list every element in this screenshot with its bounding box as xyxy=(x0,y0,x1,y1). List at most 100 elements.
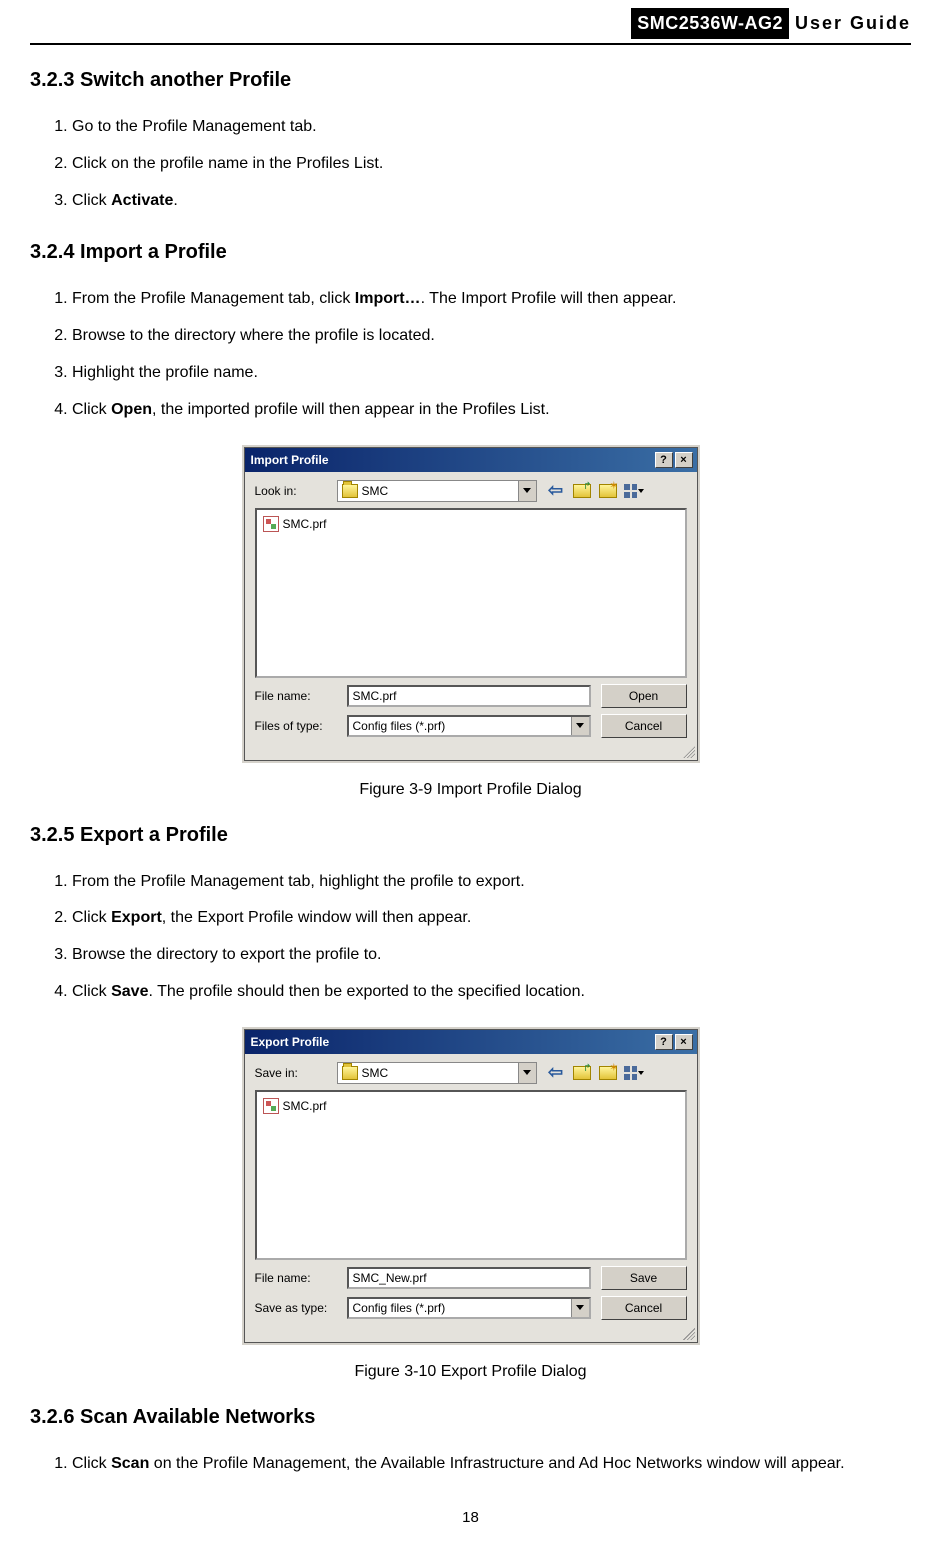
open-button[interactable]: Open xyxy=(601,684,687,708)
files-of-type-value: Config files (*.prf) xyxy=(353,717,446,735)
step-item: Go to the Profile Management tab. xyxy=(72,109,911,146)
help-button[interactable]: ? xyxy=(655,1034,673,1050)
dialog-title-text: Export Profile xyxy=(251,1033,330,1051)
step-bold: Save xyxy=(111,983,148,1000)
file-item[interactable]: SMC.prf xyxy=(261,1096,681,1116)
step-bold: Activate xyxy=(111,192,173,209)
up-one-level-button[interactable] xyxy=(571,1062,593,1084)
heading-3-2-6: 3.2.6 Scan Available Networks xyxy=(30,1402,911,1432)
view-menu-button[interactable] xyxy=(623,480,645,502)
file-name-input[interactable]: SMC_New.prf xyxy=(347,1267,591,1289)
step-bold: Import… xyxy=(355,290,421,307)
back-button[interactable]: ⇦ xyxy=(545,480,567,502)
step-item: Click Save. The profile should then be e… xyxy=(72,974,911,1011)
folder-up-icon xyxy=(573,484,591,498)
step-bold: Open xyxy=(111,401,152,418)
look-in-select[interactable]: SMC xyxy=(337,480,537,502)
save-as-type-select[interactable]: Config files (*.prf) xyxy=(347,1297,591,1319)
step-text: Click xyxy=(72,1455,111,1472)
steps-3-2-6: Click Scan on the Profile Management, th… xyxy=(72,1446,911,1483)
look-in-value: SMC xyxy=(362,482,389,500)
page-number: 18 xyxy=(30,1507,911,1530)
save-as-type-label: Save as type: xyxy=(255,1299,337,1317)
step-item: From the Profile Management tab, highlig… xyxy=(72,864,911,901)
back-button[interactable]: ⇦ xyxy=(545,1062,567,1084)
close-button[interactable]: × xyxy=(675,452,693,468)
doc-title: User Guide xyxy=(795,10,911,37)
steps-3-2-5: From the Profile Management tab, highlig… xyxy=(72,864,911,1011)
product-model: SMC2536W-AG2 xyxy=(631,8,789,39)
resize-grip[interactable] xyxy=(245,1328,697,1342)
file-list[interactable]: SMC.prf xyxy=(255,508,687,678)
step-text: , the imported profile will then appear … xyxy=(152,401,550,418)
file-item-label: SMC.prf xyxy=(283,1097,327,1115)
step-text: . xyxy=(173,192,177,209)
figure-3-10: Export Profile ? × Save in: SMC ⇦ xyxy=(30,1029,911,1348)
file-name-label: File name: xyxy=(255,687,337,705)
resize-grip-icon xyxy=(683,746,695,758)
back-arrow-icon: ⇦ xyxy=(548,1059,563,1086)
file-name-label: File name: xyxy=(255,1269,337,1287)
save-in-select[interactable]: SMC xyxy=(337,1062,537,1084)
new-folder-button[interactable] xyxy=(597,1062,619,1084)
heading-3-2-5: 3.2.5 Export a Profile xyxy=(30,820,911,850)
view-grid-icon xyxy=(624,1066,637,1080)
cancel-button[interactable]: Cancel xyxy=(601,1296,687,1320)
cancel-button[interactable]: Cancel xyxy=(601,714,687,738)
step-bold: Scan xyxy=(111,1455,149,1472)
file-name-value: SMC_New.prf xyxy=(353,1269,427,1287)
heading-3-2-4: 3.2.4 Import a Profile xyxy=(30,237,911,267)
steps-3-2-3: Go to the Profile Management tab. Click … xyxy=(72,109,911,219)
chevron-down-icon xyxy=(638,1071,644,1075)
chevron-down-icon[interactable] xyxy=(518,1063,536,1083)
folder-up-icon xyxy=(573,1066,591,1080)
header-divider xyxy=(30,43,911,45)
dialog-titlebar[interactable]: Export Profile ? × xyxy=(245,1030,697,1054)
step-text: From the Profile Management tab, click xyxy=(72,290,355,307)
step-item: Click on the profile name in the Profile… xyxy=(72,146,911,183)
step-item: Click Export, the Export Profile window … xyxy=(72,900,911,937)
step-text: , the Export Profile window will then ap… xyxy=(162,909,472,926)
save-button[interactable]: Save xyxy=(601,1266,687,1290)
files-of-type-label: Files of type: xyxy=(255,717,337,735)
profile-file-icon xyxy=(263,1098,279,1114)
view-menu-button[interactable] xyxy=(623,1062,645,1084)
step-text: on the Profile Management, the Available… xyxy=(149,1455,844,1472)
close-button[interactable]: × xyxy=(675,1034,693,1050)
files-of-type-select[interactable]: Config files (*.prf) xyxy=(347,715,591,737)
dialog-titlebar[interactable]: Import Profile ? × xyxy=(245,448,697,472)
back-arrow-icon: ⇦ xyxy=(548,477,563,504)
help-button[interactable]: ? xyxy=(655,452,673,468)
file-list[interactable]: SMC.prf xyxy=(255,1090,687,1260)
chevron-down-icon[interactable] xyxy=(571,1299,589,1317)
look-in-label: Look in: xyxy=(255,482,329,500)
heading-3-2-3: 3.2.3 Switch another Profile xyxy=(30,65,911,95)
figure-3-9: Import Profile ? × Look in: SMC ⇦ xyxy=(30,447,911,766)
resize-grip[interactable] xyxy=(245,746,697,760)
profile-file-icon xyxy=(263,516,279,532)
step-text: . The profile should then be exported to… xyxy=(148,983,584,1000)
step-item: From the Profile Management tab, click I… xyxy=(72,281,911,318)
step-item: Click Scan on the Profile Management, th… xyxy=(72,1446,911,1483)
new-folder-button[interactable] xyxy=(597,480,619,502)
page-header: SMC2536W-AG2 User Guide xyxy=(30,0,911,39)
save-in-value: SMC xyxy=(362,1064,389,1082)
step-item: Click Open, the imported profile will th… xyxy=(72,392,911,429)
step-text: Click xyxy=(72,401,111,418)
new-folder-icon xyxy=(599,1066,617,1080)
step-item: Browse to the directory where the profil… xyxy=(72,318,911,355)
view-grid-icon xyxy=(624,484,637,498)
step-text: . The Import Profile will then appear. xyxy=(421,290,677,307)
file-item[interactable]: SMC.prf xyxy=(261,514,681,534)
figure-3-10-caption: Figure 3-10 Export Profile Dialog xyxy=(30,1360,911,1384)
resize-grip-icon xyxy=(683,1328,695,1340)
chevron-down-icon[interactable] xyxy=(571,717,589,735)
step-text: Click xyxy=(72,909,111,926)
step-item: Click Activate. xyxy=(72,183,911,220)
file-name-input[interactable]: SMC.prf xyxy=(347,685,591,707)
chevron-down-icon xyxy=(638,489,644,493)
chevron-down-icon[interactable] xyxy=(518,481,536,501)
step-bold: Export xyxy=(111,909,162,926)
up-one-level-button[interactable] xyxy=(571,480,593,502)
folder-icon xyxy=(342,1066,358,1080)
